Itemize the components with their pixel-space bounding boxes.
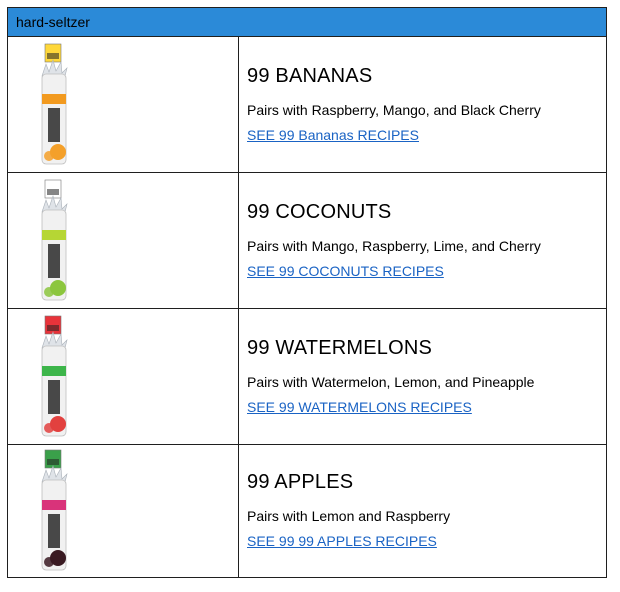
table-header: hard-seltzer xyxy=(8,8,606,37)
product-pairs-text: Pairs with Lemon and Raspberry xyxy=(247,508,451,524)
product-image-cell xyxy=(8,445,239,577)
hard-seltzer-table: hard-seltzer 99 BANANAS Pairs with Raspb… xyxy=(7,7,607,578)
product-image-cell xyxy=(8,309,239,444)
product-pairs-text: Pairs with Watermelon, Lemon, and Pineap… xyxy=(247,373,535,390)
product-title: 99 APPLES xyxy=(247,471,354,493)
product-pairs-text: Pairs with Mango, Raspberry, Lime, and C… xyxy=(247,237,541,254)
product-pairs-text: Pairs with Raspberry, Mango, and Black C… xyxy=(247,101,541,118)
can-image xyxy=(36,42,72,168)
product-title: 99 COCONUTS xyxy=(247,200,392,223)
product-info-cell: 99 APPLES Pairs with Lemon and Raspberry… xyxy=(239,445,606,577)
can-image xyxy=(36,314,72,440)
product-image-cell xyxy=(8,173,239,308)
recipes-link[interactable]: SEE 99 Bananas RECIPES xyxy=(247,127,419,143)
product-info-cell: 99 COCONUTS Pairs with Mango, Raspberry,… xyxy=(239,173,606,308)
table-row: 99 COCONUTS Pairs with Mango, Raspberry,… xyxy=(8,173,606,309)
recipes-link[interactable]: SEE 99 99 APPLES RECIPES xyxy=(247,533,437,549)
table-header-title: hard-seltzer xyxy=(16,14,90,30)
recipes-link[interactable]: SEE 99 COCONUTS RECIPES xyxy=(247,263,444,279)
table-row: 99 WATERMELONS Pairs with Watermelon, Le… xyxy=(8,309,606,445)
can-image xyxy=(36,448,72,574)
table-row: 99 BANANAS Pairs with Raspberry, Mango, … xyxy=(8,37,606,173)
product-info-cell: 99 BANANAS Pairs with Raspberry, Mango, … xyxy=(239,37,606,172)
recipes-link[interactable]: SEE 99 WATERMELONS RECIPES xyxy=(247,399,472,415)
product-title: 99 WATERMELONS xyxy=(247,336,433,359)
product-image-cell xyxy=(8,37,239,172)
can-image xyxy=(36,178,72,304)
table-row: 99 APPLES Pairs with Lemon and Raspberry… xyxy=(8,445,606,577)
product-title: 99 BANANAS xyxy=(247,64,373,87)
product-info-cell: 99 WATERMELONS Pairs with Watermelon, Le… xyxy=(239,309,606,444)
